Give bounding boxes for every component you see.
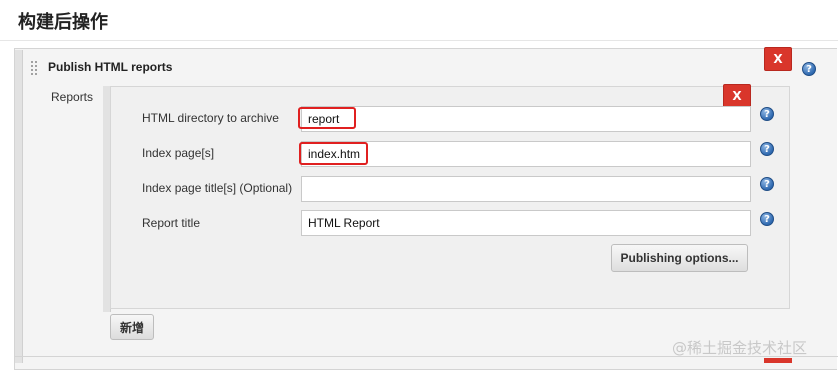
drag-handle-icon[interactable] (30, 60, 38, 76)
html-directory-label: HTML directory to archive (142, 111, 279, 125)
section-title: 构建后操作 (18, 12, 108, 33)
delete-publisher-button[interactable]: X (764, 47, 792, 71)
html-directory-input[interactable] (301, 106, 751, 132)
index-page-titles-label: Index page title[s] (Optional) (142, 181, 293, 195)
reports-label: Reports (51, 90, 94, 104)
section-divider (0, 40, 838, 41)
help-icon[interactable]: ? (760, 142, 774, 156)
report-title-input[interactable] (301, 210, 751, 236)
help-icon[interactable]: ? (760, 212, 774, 226)
publishing-options-button[interactable]: Publishing options... (611, 244, 748, 272)
index-pages-label: Index page[s] (142, 146, 215, 160)
panel-drag-handle[interactable] (15, 50, 23, 363)
next-delete-button[interactable] (764, 358, 792, 363)
watermark: @稀土掘金技术社区 (672, 339, 808, 357)
index-pages-input[interactable] (301, 141, 751, 167)
add-report-button[interactable]: 新增 (110, 314, 154, 340)
index-page-titles-input[interactable] (301, 176, 751, 202)
report-title-label: Report title (142, 216, 201, 230)
help-icon[interactable]: ? (802, 62, 816, 76)
help-icon[interactable]: ? (760, 107, 774, 121)
delete-report-button[interactable]: X (723, 84, 751, 108)
help-icon[interactable]: ? (760, 177, 774, 191)
panel-heading: Publish HTML reports (48, 60, 173, 74)
